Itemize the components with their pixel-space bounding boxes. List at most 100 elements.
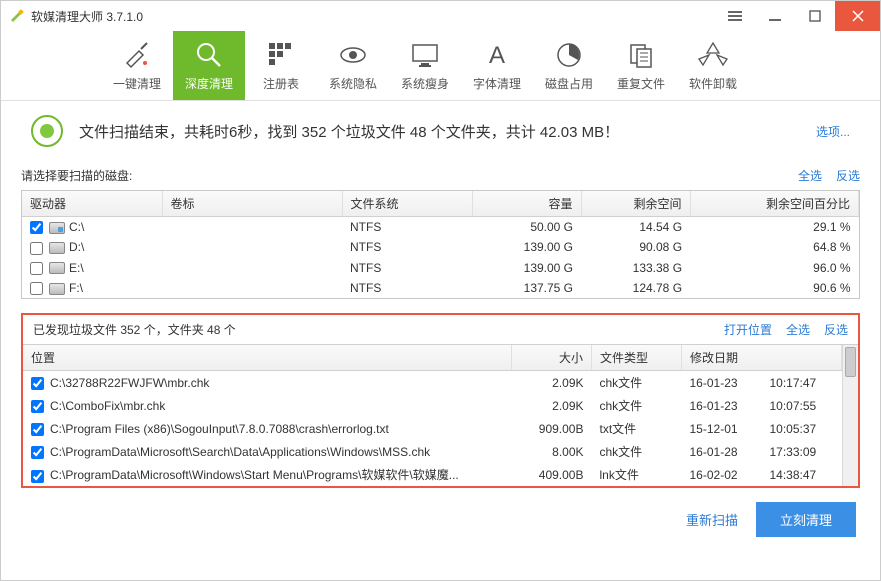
drive-icon xyxy=(49,262,65,274)
file-path: C:\32788R22FWJFW\mbr.chk xyxy=(50,376,209,390)
disk-select-all[interactable]: 全选 xyxy=(798,167,822,184)
disk-checkbox[interactable] xyxy=(30,221,43,234)
disk-invert[interactable]: 反选 xyxy=(836,167,860,184)
result-box: 已发现垃圾文件 352 个，文件夹 48 个 打开位置 全选 反选 位置 大小 … xyxy=(21,313,860,488)
disk-row[interactable]: F:\NTFS137.75 G124.78 G90.6 % xyxy=(22,278,859,298)
toolbar: 一键清理 深度清理 注册表 系统隐私 系统瘦身 A 字体清理 磁盘占用 重复文件… xyxy=(1,31,880,101)
col-free-pct[interactable]: 剩余空间百分比 xyxy=(690,191,858,217)
drive-cap: 137.75 G xyxy=(472,278,581,298)
rescan-button[interactable]: 重新扫描 xyxy=(686,510,738,529)
drive-pct: 29.1 % xyxy=(690,217,858,238)
disk-row[interactable]: C:\NTFS50.00 G14.54 G29.1 % xyxy=(22,217,859,238)
status-message: 文件扫描结束，共耗时6秒，找到 352 个垃圾文件 48 个文件夹，共计 42.… xyxy=(79,121,816,142)
drive-cap: 139.00 G xyxy=(472,258,581,278)
col-capacity[interactable]: 容量 xyxy=(472,191,581,217)
tab-disk-usage[interactable]: 磁盘占用 xyxy=(533,31,605,100)
tab-font-clean[interactable]: A 字体清理 xyxy=(461,31,533,100)
file-path: C:\ProgramData\Microsoft\Search\Data\App… xyxy=(50,445,430,459)
disk-checkbox[interactable] xyxy=(30,262,43,275)
result-row[interactable]: C:\ComboFix\mbr.chk2.09Kchk文件16-01-2310:… xyxy=(23,394,842,417)
file-date: 16-01-28 xyxy=(682,440,762,463)
result-checkbox[interactable] xyxy=(31,423,44,436)
drive-icon xyxy=(49,222,65,234)
drive-name: E:\ xyxy=(69,261,84,275)
file-date: 15-12-01 xyxy=(682,417,762,440)
drive-name: F:\ xyxy=(69,281,83,295)
file-size: 2.09K xyxy=(512,371,592,395)
drive-cap: 50.00 G xyxy=(472,217,581,238)
tab-registry[interactable]: 注册表 xyxy=(245,31,317,100)
result-scrollbar[interactable] xyxy=(842,345,858,486)
result-checkbox[interactable] xyxy=(31,446,44,459)
col-fs[interactable]: 文件系统 xyxy=(342,191,472,217)
options-link[interactable]: 选项... xyxy=(816,123,850,140)
duplicate-icon xyxy=(625,39,657,71)
result-checkbox[interactable] xyxy=(31,400,44,413)
drive-fs: NTFS xyxy=(342,217,472,238)
tab-duplicate-files[interactable]: 重复文件 xyxy=(605,31,677,100)
registry-icon xyxy=(265,39,297,71)
disk-checkbox[interactable] xyxy=(30,282,43,295)
close-button[interactable] xyxy=(835,1,880,31)
file-path: C:\ProgramData\Microsoft\Windows\Start M… xyxy=(50,468,459,482)
result-header: 已发现垃圾文件 352 个，文件夹 48 个 打开位置 全选 反选 xyxy=(23,315,858,344)
recycle-icon xyxy=(697,39,729,71)
tab-privacy[interactable]: 系统隐私 xyxy=(317,31,389,100)
file-size: 409.00B xyxy=(512,463,592,486)
drive-pct: 64.8 % xyxy=(690,237,858,257)
bulb-icon xyxy=(40,124,54,138)
tab-one-click-clean[interactable]: 一键清理 xyxy=(101,31,173,100)
file-type: chk文件 xyxy=(592,371,682,395)
tab-system-slim[interactable]: 系统瘦身 xyxy=(389,31,461,100)
clean-now-button[interactable]: 立刻清理 xyxy=(756,502,856,537)
col-type[interactable]: 文件类型 xyxy=(592,345,682,371)
col-drive[interactable]: 驱动器 xyxy=(22,191,162,217)
file-time: 10:07:55 xyxy=(762,394,842,417)
disk-row[interactable]: E:\NTFS139.00 G133.38 G96.0 % xyxy=(22,258,859,278)
maximize-button[interactable] xyxy=(795,1,835,31)
tab-deep-clean[interactable]: 深度清理 xyxy=(173,31,245,100)
result-checkbox[interactable] xyxy=(31,377,44,390)
tab-uninstall[interactable]: 软件卸载 xyxy=(677,31,749,100)
result-row[interactable]: C:\ProgramData\Microsoft\Windows\Start M… xyxy=(23,463,842,486)
menu-button[interactable] xyxy=(715,1,755,31)
tab-label: 字体清理 xyxy=(473,75,521,92)
result-invert[interactable]: 反选 xyxy=(824,321,848,338)
tab-label: 注册表 xyxy=(263,75,299,92)
drive-free: 90.08 G xyxy=(581,237,690,257)
tab-label: 系统瘦身 xyxy=(401,75,449,92)
drive-name: D:\ xyxy=(69,240,84,254)
col-label[interactable]: 卷标 xyxy=(162,191,342,217)
pie-icon xyxy=(553,39,585,71)
disk-prompt: 请选择要扫描的磁盘: 全选 反选 xyxy=(1,161,880,190)
col-path[interactable]: 位置 xyxy=(23,345,512,371)
file-time: 10:17:47 xyxy=(762,371,842,395)
brush-icon xyxy=(121,39,153,71)
result-select-all[interactable]: 全选 xyxy=(786,321,810,338)
result-checkbox[interactable] xyxy=(31,470,44,483)
file-time: 10:05:37 xyxy=(762,417,842,440)
result-row[interactable]: C:\32788R22FWJFW\mbr.chk2.09Kchk文件16-01-… xyxy=(23,371,842,395)
file-path: C:\Program Files (x86)\SogouInput\7.8.0.… xyxy=(50,422,389,436)
file-type: chk文件 xyxy=(592,394,682,417)
tab-label: 系统隐私 xyxy=(329,75,377,92)
result-row[interactable]: C:\ProgramData\Microsoft\Search\Data\App… xyxy=(23,440,842,463)
file-path: C:\ComboFix\mbr.chk xyxy=(50,399,165,413)
disk-row[interactable]: D:\NTFS139.00 G90.08 G64.8 % xyxy=(22,237,859,257)
open-location-link[interactable]: 打开位置 xyxy=(724,321,772,338)
col-size[interactable]: 大小 xyxy=(512,345,592,371)
window-title: 软媒清理大师 3.7.1.0 xyxy=(31,8,715,25)
minimize-button[interactable] xyxy=(755,1,795,31)
file-size: 8.00K xyxy=(512,440,592,463)
titlebar: 软媒清理大师 3.7.1.0 xyxy=(1,1,880,31)
col-mdate[interactable]: 修改日期 xyxy=(682,345,842,371)
disk-table: 驱动器 卷标 文件系统 容量 剩余空间 剩余空间百分比 C:\NTFS50.00… xyxy=(21,190,860,299)
status-bar: 文件扫描结束，共耗时6秒，找到 352 个垃圾文件 48 个文件夹，共计 42.… xyxy=(1,101,880,161)
eye-icon xyxy=(337,39,369,71)
drive-pct: 96.0 % xyxy=(690,258,858,278)
disk-checkbox[interactable] xyxy=(30,242,43,255)
result-row[interactable]: C:\Program Files (x86)\SogouInput\7.8.0.… xyxy=(23,417,842,440)
file-time: 17:33:09 xyxy=(762,440,842,463)
scroll-thumb[interactable] xyxy=(845,347,856,377)
col-free[interactable]: 剩余空间 xyxy=(581,191,690,217)
